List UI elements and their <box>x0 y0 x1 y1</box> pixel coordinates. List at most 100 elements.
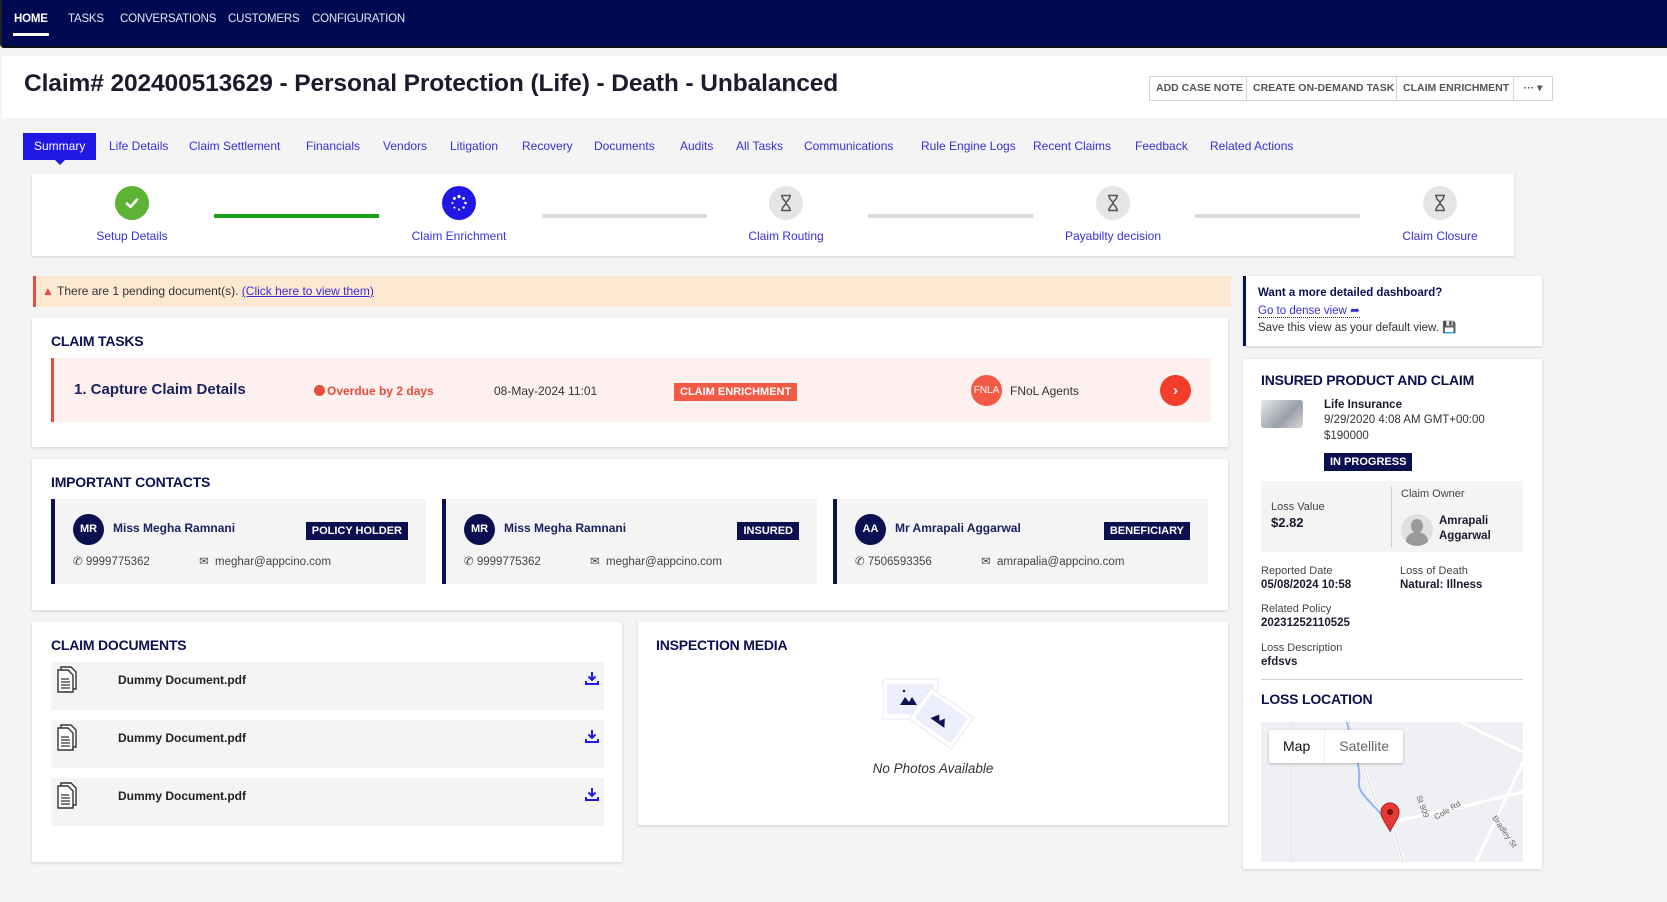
contact-card: AA Mr Amrapali Aggarwal BENEFICIARY ✆ 75… <box>833 499 1208 584</box>
owner-avatar <box>1401 514 1433 546</box>
section-title: INSURED PRODUCT AND CLAIM <box>1261 372 1475 388</box>
photos-placeholder-icon <box>882 678 975 749</box>
tab-audits[interactable]: Audits <box>680 133 713 160</box>
share-arrow-icon: ➦ <box>1350 305 1360 317</box>
tab-vendors[interactable]: Vendors <box>383 133 427 160</box>
download-icon[interactable] <box>585 787 599 801</box>
tab-litigation[interactable]: Litigation <box>450 133 498 160</box>
step-payability-decision[interactable]: Payabilty decision <box>1023 186 1203 243</box>
step-label: Claim Enrichment <box>411 229 507 243</box>
nav-home[interactable]: HOME <box>13 13 49 36</box>
document-name[interactable]: Dummy Document.pdf <box>118 673 246 687</box>
tab-all-tasks[interactable]: All Tasks <box>736 133 783 160</box>
location-pin-icon[interactable] <box>1380 802 1400 832</box>
tab-recent-claims[interactable]: Recent Claims <box>1033 133 1111 160</box>
document-row[interactable]: Dummy Document.pdf <box>51 720 604 768</box>
contact-phone: ✆ 9999775362 <box>464 556 541 568</box>
contact-name[interactable]: Mr Amrapali Aggarwal <box>895 521 1021 535</box>
loss-of-death-field: Loss of Death Natural: Illness <box>1400 565 1482 591</box>
field-label: Related Policy <box>1261 603 1332 615</box>
spinner-icon <box>442 186 476 220</box>
loss-description-field: Loss Description efdsvs <box>1261 642 1342 668</box>
tab-recovery[interactable]: Recovery <box>522 133 573 160</box>
claim-owner-label: Claim Owner <box>1401 488 1465 500</box>
page-title: Claim# 202400513629 - Personal Protectio… <box>24 70 839 97</box>
divider <box>1391 487 1392 547</box>
nav-tasks[interactable]: TASKS <box>68 13 104 25</box>
document-icon <box>57 782 77 809</box>
download-icon[interactable] <box>585 671 599 685</box>
step-claim-enrichment[interactable]: Claim Enrichment <box>369 186 549 243</box>
more-actions-button[interactable]: ··· ▾ <box>1513 76 1553 101</box>
task-row[interactable]: 1. Capture Claim Details Overdue by 2 da… <box>51 358 1211 422</box>
contact-email: ✉ amrapalia@appcino.com <box>981 556 1125 568</box>
tab-rule-engine-logs[interactable]: Rule Engine Logs <box>921 133 1016 160</box>
product-name: Life Insurance <box>1324 399 1402 411</box>
claim-owner-name[interactable]: Amrapali Aggarwal <box>1439 514 1519 544</box>
step-label: Claim Closure <box>1402 229 1478 243</box>
hourglass-icon <box>1096 186 1130 220</box>
chevron-right-icon: › <box>1173 382 1178 399</box>
step-setup-details[interactable]: Setup Details <box>42 186 222 243</box>
nav-configuration[interactable]: CONFIGURATION <box>312 13 405 25</box>
view-pending-documents-link[interactable]: (Click here to view them) <box>242 284 374 298</box>
nav-customers[interactable]: CUSTOMERS <box>228 13 300 25</box>
document-name[interactable]: Dummy Document.pdf <box>118 789 246 803</box>
field-label: Loss Description <box>1261 642 1343 654</box>
field-value[interactable]: 20231252110525 <box>1261 617 1350 629</box>
create-on-demand-task-button[interactable]: CREATE ON-DEMAND TASK <box>1246 76 1402 101</box>
tab-life-details[interactable]: Life Details <box>109 133 168 160</box>
tab-communications[interactable]: Communications <box>804 133 893 160</box>
map-button[interactable]: Map <box>1269 730 1326 763</box>
loss-value: $2.82 <box>1271 515 1304 530</box>
phone-icon: ✆ <box>73 556 83 568</box>
contact-email: ✉ meghar@appcino.com <box>590 556 722 568</box>
hourglass-icon <box>1423 186 1457 220</box>
download-icon[interactable] <box>585 729 599 743</box>
envelope-icon: ✉ <box>199 556 209 568</box>
tab-feedback[interactable]: Feedback <box>1135 133 1188 160</box>
nav-conversations[interactable]: CONVERSATIONS <box>120 13 216 25</box>
tab-related-actions[interactable]: Related Actions <box>1210 133 1293 160</box>
document-icon <box>57 724 77 751</box>
overdue-text: Overdue by 2 days <box>327 384 434 398</box>
open-task-button[interactable]: › <box>1160 375 1191 406</box>
step-claim-closure[interactable]: Claim Closure <box>1350 186 1530 243</box>
contact-phone: ✆ 9999775362 <box>73 556 150 568</box>
inspection-media-card: INSPECTION MEDIA No Photos Available <box>638 622 1228 825</box>
document-row[interactable]: Dummy Document.pdf <box>51 778 604 826</box>
field-value: Natural: Illness <box>1400 579 1483 591</box>
envelope-icon: ✉ <box>590 556 600 568</box>
task-date: 08-May-2024 11:01 <box>494 384 598 398</box>
contact-card: MR Miss Megha Ramnani INSURED ✆ 99997753… <box>442 499 817 584</box>
divider <box>1261 679 1523 680</box>
step-label: Setup Details <box>96 229 168 243</box>
claim-enrichment-button[interactable]: CLAIM ENRICHMENT <box>1396 76 1517 101</box>
avatar: MR <box>73 514 104 545</box>
hourglass-icon <box>769 186 803 220</box>
product-amount: $190000 <box>1324 430 1369 442</box>
contact-name[interactable]: Miss Megha Ramnani <box>113 521 235 535</box>
add-case-note-button[interactable]: ADD CASE NOTE <box>1149 76 1250 101</box>
tab-summary[interactable]: Summary <box>23 133 97 165</box>
tab-documents[interactable]: Documents <box>594 133 655 160</box>
document-icon <box>57 666 77 693</box>
step-claim-routing[interactable]: Claim Routing <box>696 186 876 243</box>
important-contacts-card: IMPORTANT CONTACTS MR Miss Megha Ramnani… <box>32 459 1228 610</box>
document-row[interactable]: Dummy Document.pdf <box>51 662 604 710</box>
document-name[interactable]: Dummy Document.pdf <box>118 731 246 745</box>
contact-email: ✉ meghar@appcino.com <box>199 556 331 568</box>
role-badge: INSURED <box>737 522 799 540</box>
dense-view-link[interactable]: Go to dense view ➦ <box>1258 303 1360 318</box>
tab-claim-settlement[interactable]: Claim Settlement <box>189 133 280 160</box>
field-label: Reported Date <box>1261 565 1333 577</box>
contact-name[interactable]: Miss Megha Ramnani <box>504 521 626 535</box>
section-title: CLAIM DOCUMENTS <box>51 637 187 653</box>
assignee-avatar: FNLA <box>971 375 1002 406</box>
save-default-view-link[interactable]: Save this view as your default view. 💾 <box>1258 320 1456 334</box>
clock-icon <box>314 385 325 396</box>
satellite-button[interactable]: Satellite <box>1325 730 1403 763</box>
task-name[interactable]: 1. Capture Claim Details <box>74 381 246 398</box>
tab-financials[interactable]: Financials <box>306 133 360 160</box>
loss-location-map[interactable]: St 909 Cole Rd Bradley St Map Satellite <box>1261 722 1523 862</box>
